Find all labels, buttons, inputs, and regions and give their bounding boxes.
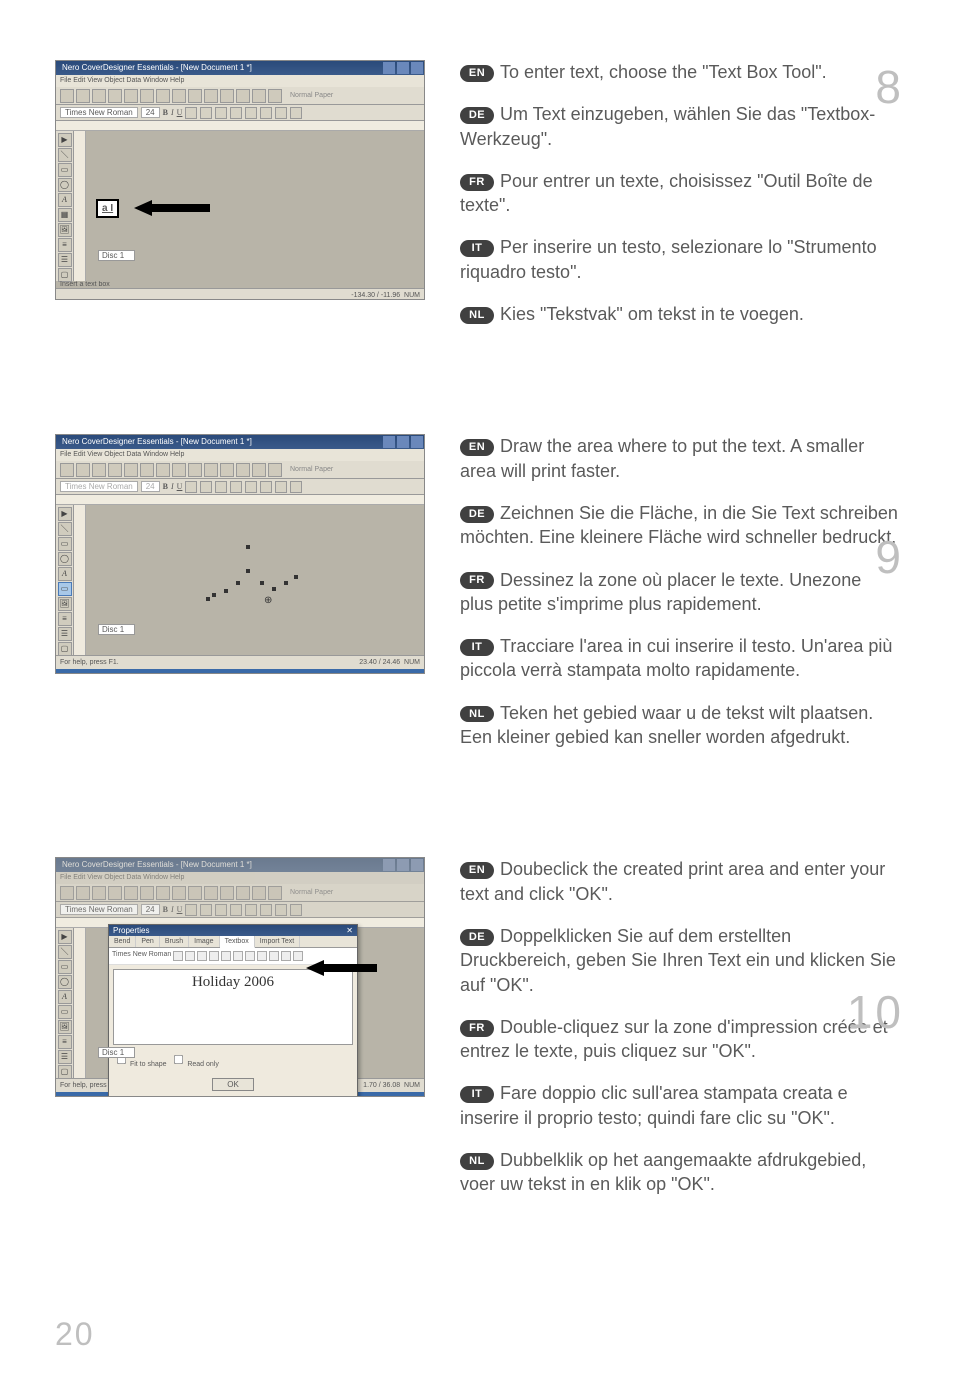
instruction-it: ITTracciare l'area in cui inserire il te… xyxy=(460,634,899,683)
screenshot-step-10: Nero CoverDesigner Essentials - [New Doc… xyxy=(55,857,425,1097)
instruction-fr: FRDessinez la zone où placer le texte. U… xyxy=(460,568,899,617)
properties-dialog: Properties ✕ Bend Pen Brush Image Textbox… xyxy=(108,924,358,1097)
step-number: 9 xyxy=(875,530,904,584)
tab-image: Image xyxy=(189,936,219,947)
instruction-de: DEDoppelklicken Sie auf dem erstellten D… xyxy=(460,924,899,997)
lang-tag-fr: FR xyxy=(460,174,494,191)
page-number: 20 xyxy=(55,1316,95,1353)
ok-button[interactable]: OK xyxy=(212,1078,254,1091)
tab-import: Import Text xyxy=(255,936,301,947)
instruction-en: ENDraw the area where to put the text. A… xyxy=(460,434,899,483)
zoom-combo: Disc 1 xyxy=(98,250,135,261)
rect-tool-icon: ▭ xyxy=(58,163,72,177)
instruction-it: ITFare doppio clic sull'area stampata cr… xyxy=(460,1081,899,1130)
image-tool-icon: 🖼 xyxy=(58,223,72,237)
status-hint: Insert a text box xyxy=(56,281,424,288)
dialog-tabs: Bend Pen Brush Image Textbox Import Text xyxy=(109,936,357,948)
text-tool-icon: A xyxy=(58,193,72,207)
lang-tag-de: DE xyxy=(460,107,494,124)
lang-tag-en: EN xyxy=(460,65,494,82)
tab-pen: Pen xyxy=(136,936,159,947)
instruction-nl: NLKies "Tekstvak" om tekst in te voegen. xyxy=(460,302,899,326)
instruction-fr: FRPour entrer un texte, choisissez "Outi… xyxy=(460,169,899,218)
instruction-nl: NLDubbelklik op het aangemaakte afdrukge… xyxy=(460,1148,899,1197)
font-select: Times New Roman xyxy=(112,951,171,961)
dialog-textarea: Holiday 2006 xyxy=(113,969,353,1045)
instruction-fr: FRDouble-cliquez sur la zone d'impressio… xyxy=(460,1015,899,1064)
pointer-tool-icon: ▶ xyxy=(58,133,72,147)
step-number: 8 xyxy=(875,60,904,114)
window-title: Nero CoverDesigner Essentials - [New Doc… xyxy=(62,61,252,75)
instruction-it: ITPer inserire un testo, selezionare lo … xyxy=(460,235,899,284)
main-toolbar: Normal Paper xyxy=(56,87,424,105)
screenshot-step-9: Nero CoverDesigner Essentials - [New Doc… xyxy=(55,434,425,674)
instruction-nl: NLTeken het gebied waar u de tekst wilt … xyxy=(460,701,899,750)
format-toolbar: Times New Roman24 B I U xyxy=(56,105,424,121)
lang-tag-nl: NL xyxy=(460,307,494,324)
sample-text: Holiday 2006 xyxy=(114,974,352,991)
close-icon: ✕ xyxy=(346,926,353,935)
textbox-tool-active-icon: ▭ xyxy=(58,582,72,596)
instruction-en: ENDoubeclick the created print area and … xyxy=(460,857,899,906)
ellipse-tool-icon: ◯ xyxy=(58,178,72,192)
textbox-tool-callout: a I xyxy=(96,199,119,218)
readonly-checkbox-label: Read only xyxy=(187,1061,219,1068)
side-toolbar: ▶ ＼ ▭ ◯ A ▦ 🖼 ≡ ☰ ▢ xyxy=(56,131,74,281)
dialog-title: Properties xyxy=(113,926,149,935)
tab-bend: Bend xyxy=(109,936,136,947)
lang-tag-it: IT xyxy=(460,240,494,257)
step-number: 10 xyxy=(847,985,904,1039)
instruction-de: DEUm Text einzugeben, wählen Sie das "Te… xyxy=(460,102,899,151)
fit-checkbox-label: Fit to shape xyxy=(130,1061,167,1068)
instruction-de: DEZeichnen Sie die Fläche, in die Sie Te… xyxy=(460,501,899,550)
tab-brush: Brush xyxy=(160,936,189,947)
instruction-en: ENTo enter text, choose the "Text Box To… xyxy=(460,60,899,84)
screenshot-step-8: Nero CoverDesigner Essentials - [New Doc… xyxy=(55,60,425,300)
menu-bar: File Edit View Object Data Window Help xyxy=(56,75,424,87)
tab-textbox: Textbox xyxy=(220,936,255,948)
